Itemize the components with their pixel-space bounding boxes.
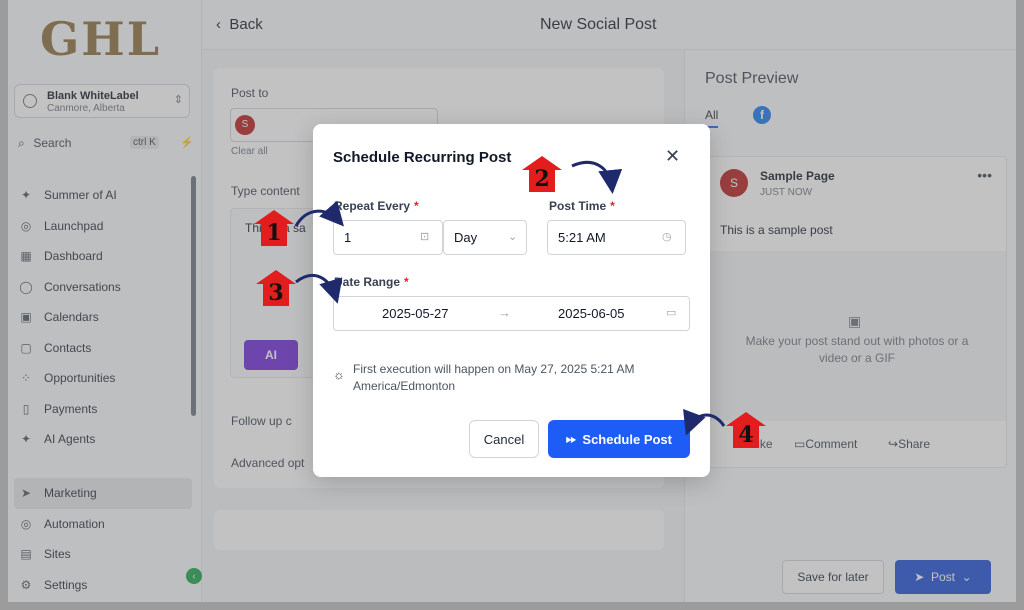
repeat-value: 1 [344,230,352,245]
post-time-value: 5:21 AM [558,230,606,245]
chevron-down-icon: ⌄ [508,231,518,243]
post-time-input[interactable]: 5:21 AM ◷ [547,220,686,255]
post-time-text: Post Time [549,199,607,213]
callout-number: 4 [738,422,754,448]
required-mark: * [404,275,409,289]
schedule-recurring-modal: Schedule Recurring Post ✕ Repeat Every * … [313,124,710,477]
repeat-every-label: Repeat Every * [334,199,419,213]
calendar-icon: ▭ [666,307,677,319]
fast-forward-icon: ⏩︎ [566,431,577,446]
date-range-picker[interactable]: 2025-05-27 → 2025-06-05 ▭ [333,296,690,331]
callout-2: 2 [522,156,562,192]
schedule-post-button[interactable]: ⏩︎ Schedule Post [548,420,690,458]
close-icon[interactable]: ✕ [665,146,680,167]
repeat-interval-input[interactable]: 1 ⊡ [333,220,443,255]
schedule-post-label: Schedule Post [582,431,672,447]
repeat-unit-select[interactable]: Day ⌄ [443,220,527,255]
required-mark: * [610,199,615,213]
stepper-icon[interactable]: ⊡ [420,230,429,243]
clock-icon: ◷ [662,231,672,243]
callout-3: 3 [256,270,296,306]
repeat-every-text: Repeat Every [334,199,411,213]
repeat-unit: Day [454,230,478,245]
date-range-label: Date Range * [334,275,409,289]
callout-4: 4 [726,412,766,448]
modal-title: Schedule Recurring Post [333,149,512,166]
date-range-text: Date Range [334,275,401,289]
first-execution-hint: First execution will happen on May 27, 2… [353,361,683,395]
hint-line-2: America/Edmonton [353,379,456,393]
callout-number: 3 [268,280,284,306]
callout-number: 1 [266,220,282,246]
lightbulb-icon: ☼ [333,367,345,382]
date-end[interactable]: 2025-06-05 [558,306,625,321]
arrow-right-icon: → [498,305,511,320]
post-time-label: Post Time * [549,199,615,213]
callout-number: 2 [534,166,550,192]
cancel-button[interactable]: Cancel [469,420,539,458]
callout-1: 1 [254,210,294,246]
hint-line-1: First execution will happen on May 27, 2… [353,362,635,376]
date-start[interactable]: 2025-05-27 [382,306,449,321]
required-mark: * [414,199,419,213]
